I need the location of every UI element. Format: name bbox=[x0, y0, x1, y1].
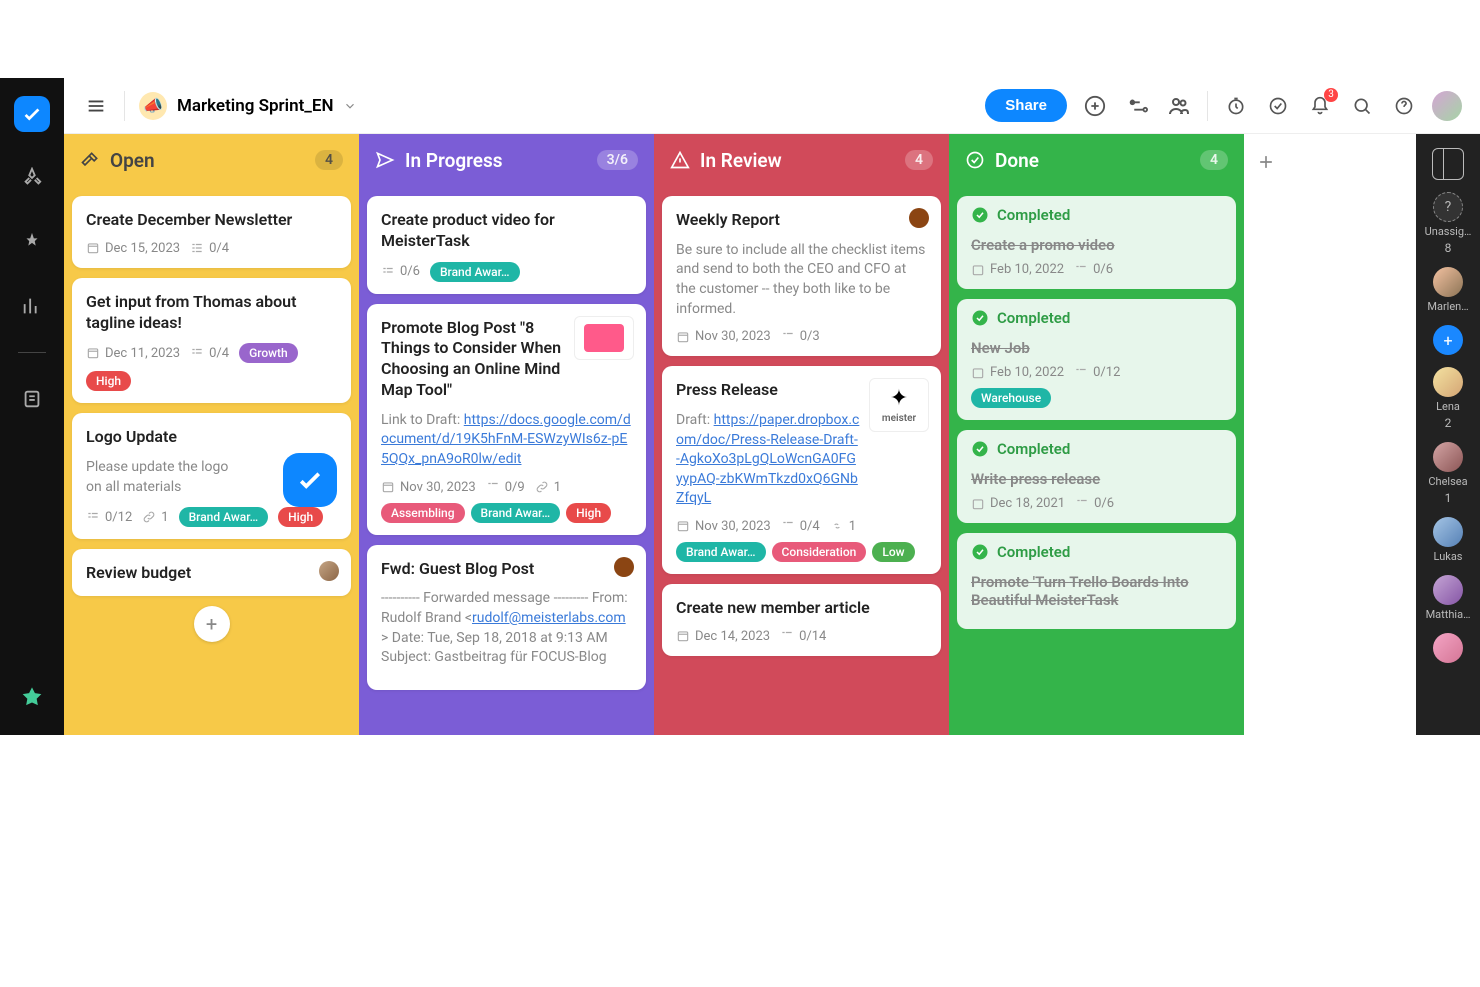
board: Open 4 Create December Newsletter Dec 15… bbox=[64, 134, 1480, 735]
user-avatar[interactable] bbox=[1432, 91, 1462, 121]
check-icon bbox=[971, 440, 989, 458]
check-icon bbox=[971, 309, 989, 327]
search-icon[interactable] bbox=[1348, 92, 1376, 120]
task-card[interactable]: Review budget bbox=[72, 549, 351, 596]
reports-icon[interactable] bbox=[14, 288, 50, 324]
share-button[interactable]: Share bbox=[985, 89, 1067, 122]
tag: Low bbox=[872, 542, 914, 562]
app-switcher-icon[interactable] bbox=[14, 681, 50, 717]
notes-icon[interactable] bbox=[14, 381, 50, 417]
checklist-meta: 0/4 bbox=[190, 241, 229, 256]
task-card[interactable]: Logo Update Please update the logo on al… bbox=[72, 413, 351, 539]
add-person[interactable]: + bbox=[1433, 325, 1463, 355]
email-link[interactable]: rudolf@meisterlabs.com bbox=[472, 610, 626, 626]
left-rail bbox=[0, 78, 64, 735]
tag: Warehouse bbox=[971, 388, 1051, 408]
person-avatar bbox=[1433, 442, 1463, 472]
task-card[interactable]: Create new member article Dec 14, 2023 0… bbox=[662, 584, 941, 656]
column-header[interactable]: Done 4 bbox=[949, 134, 1244, 186]
task-card[interactable]: Fwd: Guest Blog Post ---------- Forwarde… bbox=[367, 545, 646, 690]
task-card[interactable]: Completed Write press release Dec 18, 20… bbox=[957, 430, 1236, 523]
task-card[interactable]: Weekly Report Be sure to include all the… bbox=[662, 196, 941, 356]
assignee-avatar bbox=[614, 557, 634, 577]
rocket-icon[interactable] bbox=[14, 160, 50, 196]
tag: Consideration bbox=[772, 542, 867, 562]
column-done: Done 4 Completed Create a promo video Fe… bbox=[949, 134, 1244, 735]
hammer-icon bbox=[80, 150, 100, 170]
check-icon bbox=[283, 453, 337, 507]
columns: Open 4 Create December Newsletter Dec 15… bbox=[64, 134, 1416, 735]
card-thumbnail: ✦meister bbox=[869, 378, 929, 432]
tag: Brand Awar… bbox=[676, 542, 766, 562]
tag: High bbox=[566, 503, 611, 523]
check-icon bbox=[971, 206, 989, 224]
person-avatar bbox=[1433, 575, 1463, 605]
check-icon bbox=[971, 543, 989, 561]
home-icon[interactable] bbox=[14, 96, 50, 132]
person-filter[interactable] bbox=[1433, 633, 1463, 663]
add-person-icon: + bbox=[1433, 325, 1463, 355]
person-avatar bbox=[1433, 633, 1463, 663]
tag: Assembling bbox=[381, 503, 465, 523]
card-thumbnail bbox=[574, 316, 634, 360]
tag: Brand Awar… bbox=[179, 507, 269, 527]
task-card[interactable]: Create product video for MeisterTask 0/6… bbox=[367, 196, 646, 294]
task-card[interactable]: Promote Blog Post "8 Things to Consider … bbox=[367, 304, 646, 535]
task-card[interactable]: Completed New Job Feb 10, 2022 0/12 Ware… bbox=[957, 299, 1236, 420]
pin-icon[interactable] bbox=[14, 224, 50, 260]
check-circle-icon bbox=[965, 150, 985, 170]
person-avatar bbox=[1433, 267, 1463, 297]
add-column bbox=[1244, 134, 1288, 735]
column-header[interactable]: In Progress 3/6 bbox=[359, 134, 654, 186]
column-open: Open 4 Create December Newsletter Dec 15… bbox=[64, 134, 359, 735]
task-card[interactable]: Press Release ✦meister Draft: https://pa… bbox=[662, 366, 941, 574]
person-filter[interactable]: Lukas bbox=[1433, 517, 1463, 563]
board-title: Marketing Sprint_EN bbox=[177, 96, 333, 116]
add-icon[interactable] bbox=[1081, 92, 1109, 120]
notifications-icon[interactable]: 3 bbox=[1306, 92, 1334, 120]
view-toggle[interactable] bbox=[1432, 148, 1464, 180]
task-card[interactable]: Completed Promote 'Turn Trello Boards In… bbox=[957, 533, 1236, 629]
task-card[interactable]: Get input from Thomas about tagline idea… bbox=[72, 278, 351, 404]
members-icon[interactable] bbox=[1165, 92, 1193, 120]
assignee-avatar bbox=[909, 208, 929, 228]
automations-icon[interactable] bbox=[1123, 92, 1151, 120]
person-filter[interactable]: Marlen… bbox=[1427, 267, 1468, 313]
person-avatar bbox=[1433, 517, 1463, 547]
chevron-down-icon bbox=[343, 99, 357, 113]
column-header[interactable]: Open 4 bbox=[64, 134, 359, 186]
person-filter[interactable]: Chelsea 1 bbox=[1428, 442, 1467, 505]
tag: Growth bbox=[239, 343, 298, 363]
date-meta: Dec 15, 2023 bbox=[86, 241, 180, 256]
person-filter[interactable]: Lena 2 bbox=[1433, 367, 1463, 430]
person-filter[interactable]: Matthia… bbox=[1426, 575, 1471, 621]
column-progress: In Progress 3/6 Create product video for… bbox=[359, 134, 654, 735]
plane-icon bbox=[375, 150, 395, 170]
my-tasks-icon[interactable] bbox=[1264, 92, 1292, 120]
person-avatar bbox=[1433, 367, 1463, 397]
column-header[interactable]: In Review 4 bbox=[654, 134, 949, 186]
task-card[interactable]: Completed Create a promo video Feb 10, 2… bbox=[957, 196, 1236, 289]
topbar: 📣 Marketing Sprint_EN Share 3 bbox=[64, 78, 1480, 134]
board-selector[interactable]: 📣 Marketing Sprint_EN bbox=[139, 92, 357, 120]
unassigned-filter[interactable]: ? Unassig… 8 bbox=[1425, 192, 1472, 255]
help-icon[interactable] bbox=[1390, 92, 1418, 120]
tag: Brand Awar… bbox=[430, 262, 520, 282]
timer-icon[interactable] bbox=[1222, 92, 1250, 120]
task-card[interactable]: Create December Newsletter Dec 15, 2023 … bbox=[72, 196, 351, 268]
board-emoji: 📣 bbox=[139, 92, 167, 120]
menu-icon[interactable] bbox=[82, 92, 110, 120]
column-review: In Review 4 Weekly Report Be sure to inc… bbox=[654, 134, 949, 735]
warning-icon bbox=[670, 150, 690, 170]
tag: High bbox=[86, 371, 131, 391]
add-column-button[interactable] bbox=[1252, 148, 1280, 176]
tag: High bbox=[278, 507, 323, 527]
notification-badge: 3 bbox=[1324, 88, 1338, 102]
right-rail: ? Unassig… 8 Marlen… + Lena 2 bbox=[1416, 134, 1480, 735]
question-icon: ? bbox=[1433, 192, 1463, 222]
add-card-button[interactable]: + bbox=[194, 606, 230, 642]
tag: Brand Awar… bbox=[471, 503, 561, 523]
